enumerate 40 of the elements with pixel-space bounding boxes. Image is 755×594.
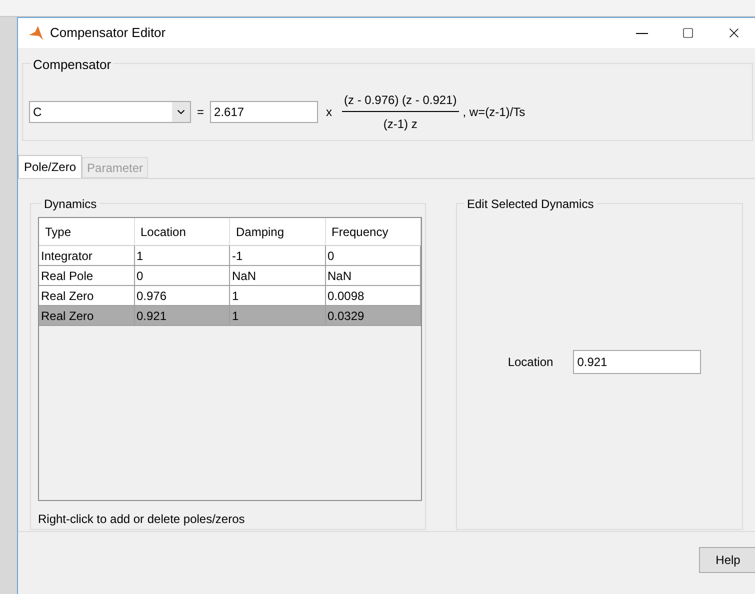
column-header[interactable]: Damping: [230, 218, 326, 245]
compensator-dropdown[interactable]: C: [29, 101, 191, 123]
hint-text: Right-click to add or delete poles/zeros: [38, 511, 246, 528]
table-cell: Real Zero: [39, 306, 134, 325]
table-cell: 0.921: [134, 306, 230, 325]
table-cell: NaN: [326, 266, 421, 285]
table-cell: NaN: [230, 266, 326, 285]
table-cell: Real Zero: [39, 286, 134, 305]
table-cell: 0: [134, 266, 230, 285]
tab[interactable]: Pole/Zero: [18, 155, 82, 178]
table-row[interactable]: Real Zero 0.921 1 0.0329: [39, 306, 421, 326]
table-row[interactable]: Integrator 1 -1 0: [39, 246, 421, 266]
table-cell: 0.0098: [326, 286, 421, 305]
app-logo-icon: [28, 25, 44, 41]
window-title: Compensator Editor: [50, 24, 166, 42]
table-cell: 0: [326, 246, 421, 265]
table-cell: 1: [230, 286, 326, 305]
table-cell: 1: [230, 306, 326, 325]
location-field[interactable]: 0.921: [573, 350, 702, 374]
table-cell: 1: [134, 246, 230, 265]
multiply-sign: x: [326, 104, 332, 121]
column-header[interactable]: Frequency: [326, 218, 421, 245]
table-cell: -1: [230, 246, 326, 265]
minimize-icon: [636, 32, 648, 34]
numerator-text: (z - 0.976) (z - 0.921): [343, 92, 458, 109]
maximize-icon: [682, 27, 694, 39]
table-row[interactable]: Real Zero 0.976 1 0.0098: [39, 286, 421, 306]
table-cell: 0.0329: [326, 306, 421, 325]
column-header[interactable]: Type: [39, 218, 134, 245]
table-row[interactable]: Real Pole 0 NaN NaN: [39, 266, 421, 286]
location-label: Location: [508, 354, 554, 370]
help-button[interactable]: Help: [699, 547, 755, 573]
equals-sign: =: [197, 104, 204, 121]
table-cell: Integrator: [39, 246, 134, 265]
denominator-text: (z-1) z: [383, 116, 418, 133]
table-cell: 0.976: [134, 286, 230, 305]
table-cell: Real Pole: [39, 266, 134, 285]
gain-field[interactable]: 2.617: [210, 101, 318, 123]
variable-definition: , w=(z-1)/Ts: [462, 104, 526, 121]
column-header[interactable]: Location: [134, 218, 230, 245]
